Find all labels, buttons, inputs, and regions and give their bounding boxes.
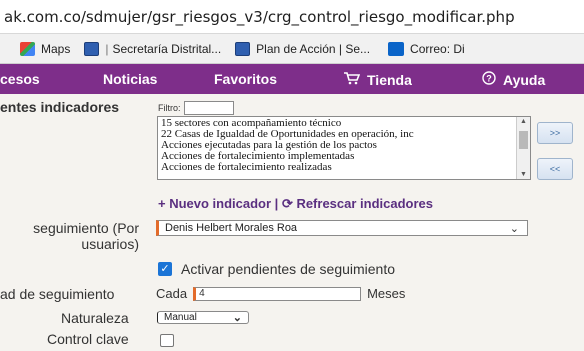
nav-item-ayuda[interactable]: ? Ayuda bbox=[482, 71, 545, 88]
main-nav: cesos Noticias Favoritos Tienda ? Ayuda bbox=[0, 64, 584, 94]
seguimiento-label-line: seguimiento (Por bbox=[33, 220, 139, 236]
control-clave-label: Control clave bbox=[47, 331, 129, 347]
nav-label: Tienda bbox=[367, 71, 412, 88]
bookmark-separator: | bbox=[105, 41, 109, 56]
indicadores-label: entes indicadores bbox=[0, 99, 120, 115]
meses-label: Meses bbox=[367, 286, 406, 301]
cada-group: Cada 4 Meses bbox=[156, 286, 405, 301]
filtro-group: Filtro: bbox=[158, 101, 234, 115]
nuevo-indicador-link[interactable]: + Nuevo indicador bbox=[158, 196, 271, 211]
frecuencia-label: ad de seguimiento bbox=[0, 286, 115, 302]
bookmark-plan-accion[interactable]: Plan de Acción | Se... bbox=[235, 41, 371, 56]
naturaleza-value: Manual bbox=[164, 312, 197, 323]
bookmark-correo[interactable]: Correo: Di bbox=[388, 41, 465, 56]
activar-pendientes-checkbox[interactable]: ✓ Activar pendientes de seguimiento bbox=[158, 261, 395, 277]
bookmark-label: Correo: Di bbox=[410, 41, 465, 56]
chevron-down-icon: ⌄ bbox=[232, 312, 242, 324]
control-clave-checkbox[interactable] bbox=[160, 334, 174, 347]
move-right-button[interactable]: >> bbox=[537, 122, 573, 144]
listbox-scrollbar[interactable]: ▲ ▼ bbox=[516, 117, 530, 179]
list-item[interactable]: 22 Casas de Igualdad de Oportunidades en… bbox=[158, 129, 530, 140]
seguimiento-label: seguimiento (Por usuarios) bbox=[0, 220, 139, 252]
refrescar-indicadores-link[interactable]: ⟳ Refrescar indicadores bbox=[282, 196, 433, 211]
list-item[interactable]: Acciones de fortalecimiento implementada… bbox=[158, 151, 530, 162]
cart-icon bbox=[343, 71, 361, 88]
filtro-label: Filtro: bbox=[158, 103, 181, 113]
scroll-down-icon[interactable]: ▼ bbox=[520, 171, 527, 178]
seguimiento-select[interactable]: Denis Helbert Morales Roa ⌄ bbox=[156, 220, 528, 236]
help-icon: ? bbox=[482, 71, 496, 88]
indicator-actions: + Nuevo indicador | ⟳ Refrescar indicado… bbox=[158, 196, 433, 212]
list-item[interactable]: 15 sectores con acompañamiento técnico bbox=[158, 118, 530, 129]
indicator-listbox[interactable]: 15 sectores con acompañamiento técnico 2… bbox=[157, 116, 531, 180]
maps-icon bbox=[20, 41, 35, 56]
scroll-up-icon[interactable]: ▲ bbox=[520, 118, 527, 125]
nav-label: Ayuda bbox=[503, 71, 546, 88]
scroll-thumb[interactable] bbox=[519, 131, 528, 149]
bookmark-label: Plan de Acción | Se... bbox=[256, 41, 371, 56]
cada-label: Cada bbox=[156, 286, 188, 301]
bookmark-label: Maps bbox=[41, 41, 71, 56]
cada-input[interactable]: 4 bbox=[193, 286, 362, 301]
nav-item-procesos[interactable]: cesos bbox=[0, 71, 40, 87]
outlook-icon bbox=[388, 41, 405, 56]
seguimiento-label-line: usuarios) bbox=[81, 236, 139, 252]
bookmark-icon bbox=[235, 41, 251, 56]
list-item[interactable]: Acciones ejecutadas para la gestión de l… bbox=[158, 140, 530, 151]
nav-label: Noticias bbox=[103, 71, 158, 87]
filtro-input[interactable] bbox=[183, 101, 234, 115]
checkbox-checked-icon: ✓ bbox=[158, 262, 172, 276]
nav-label: cesos bbox=[0, 71, 40, 87]
bookmark-icon bbox=[84, 41, 100, 56]
chevron-down-icon: ⌄ bbox=[509, 223, 519, 235]
bookmarks-bar: Maps | Secretaría Distrital... Plan de A… bbox=[0, 34, 584, 64]
link-separator: | bbox=[271, 196, 282, 211]
nav-item-tienda[interactable]: Tienda bbox=[343, 71, 412, 88]
nav-item-favoritos[interactable]: Favoritos bbox=[214, 71, 277, 87]
url-text[interactable]: ak.com.co/sdmujer/gsr_riesgos_v3/crg_con… bbox=[4, 8, 515, 26]
nav-label: Favoritos bbox=[214, 71, 278, 87]
move-left-button[interactable]: << bbox=[537, 158, 573, 180]
naturaleza-label: Naturaleza bbox=[61, 310, 129, 326]
seguimiento-value: Denis Helbert Morales Roa bbox=[165, 222, 298, 234]
bookmark-maps[interactable]: Maps bbox=[20, 41, 71, 56]
svg-text:?: ? bbox=[486, 74, 492, 84]
nav-item-noticias[interactable]: Noticias bbox=[103, 71, 157, 87]
address-bar[interactable]: ak.com.co/sdmujer/gsr_riesgos_v3/crg_con… bbox=[0, 0, 584, 34]
activar-label: Activar pendientes de seguimiento bbox=[181, 261, 396, 277]
naturaleza-select[interactable]: Manual ⌄ bbox=[157, 311, 249, 324]
list-item[interactable]: Acciones de fortalecimiento realizadas bbox=[158, 162, 530, 173]
bookmark-secretaria[interactable]: | Secretaría Distrital... bbox=[84, 41, 222, 56]
bookmark-label: Secretaría Distrital... bbox=[112, 41, 222, 56]
